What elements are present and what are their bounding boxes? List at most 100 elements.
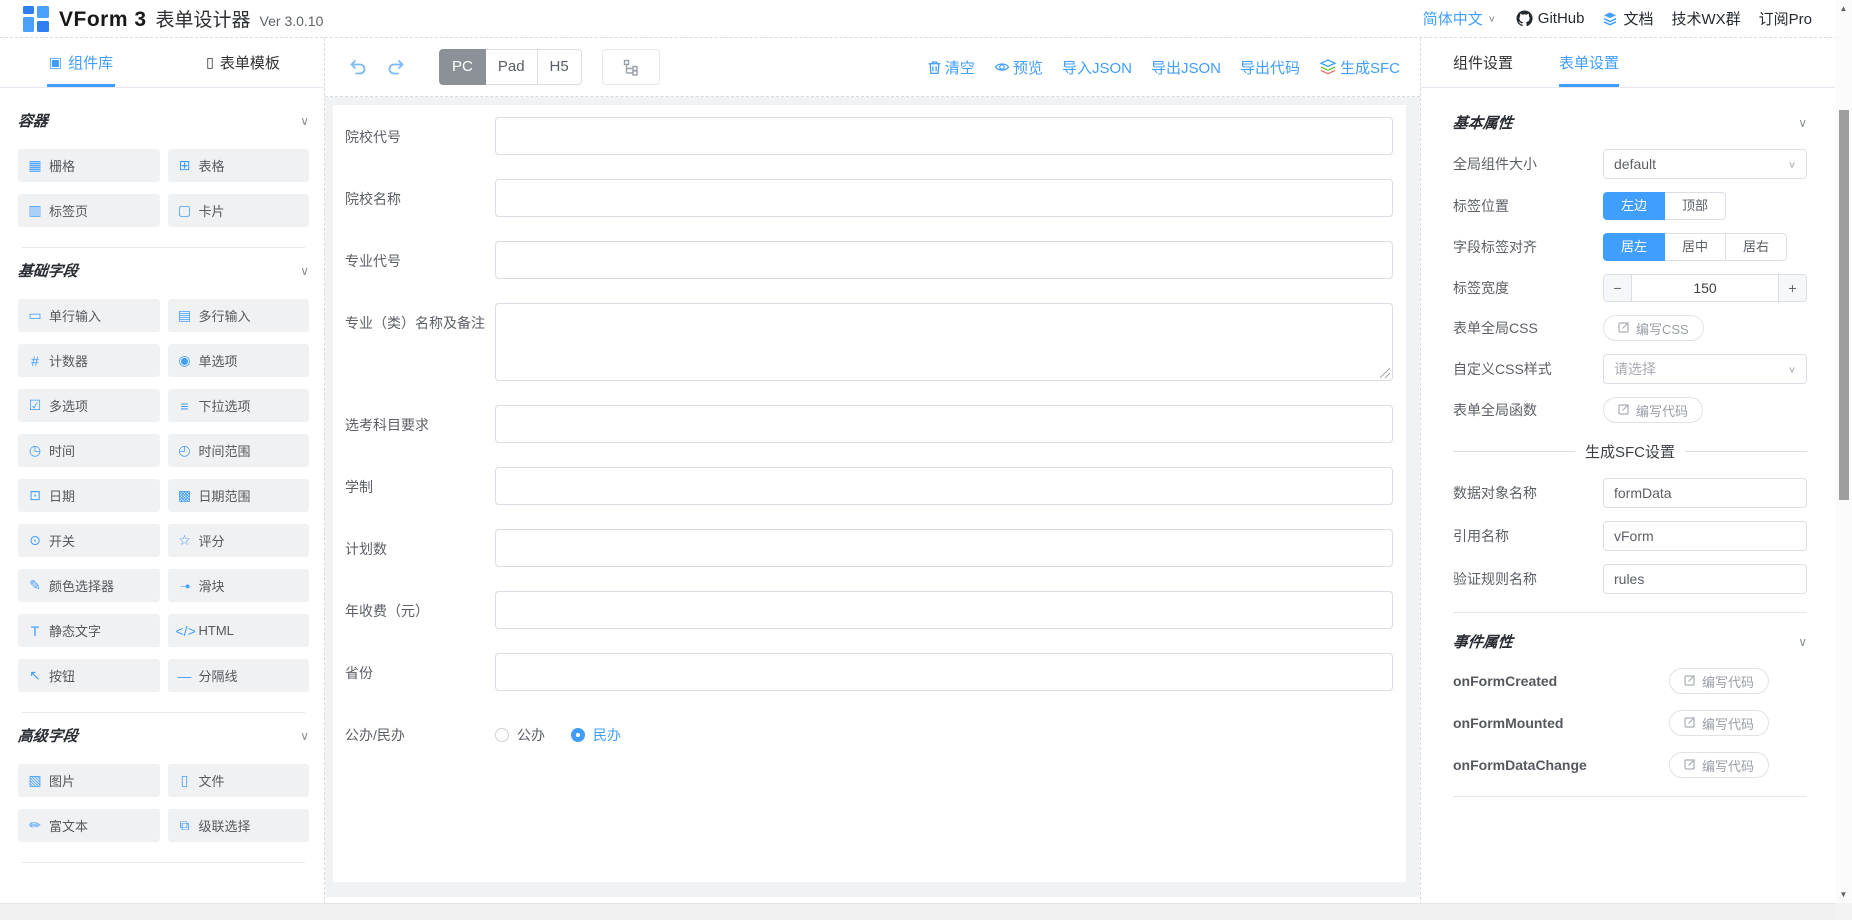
segment-option[interactable]: 居中: [1665, 233, 1726, 261]
tab-widget-settings[interactable]: 组件设置: [1453, 38, 1513, 87]
text-input[interactable]: [495, 467, 1393, 505]
component-item-divider[interactable]: —分隔线: [168, 659, 310, 692]
prop-control: vForm: [1603, 521, 1807, 551]
generate-sfc-button[interactable]: 生成SFC: [1319, 57, 1400, 78]
increase-button[interactable]: +: [1778, 275, 1806, 301]
component-item-time-range[interactable]: ◴时间范围: [168, 434, 310, 467]
segment-option[interactable]: 左边: [1603, 192, 1665, 220]
onFormDataChange-edit-button[interactable]: 编写代码: [1669, 752, 1769, 778]
data-object-name-input[interactable]: formData: [1603, 478, 1807, 508]
component-item-cascader[interactable]: ⧉级联选择: [168, 809, 310, 842]
node-tree-button[interactable]: [602, 49, 660, 85]
text-input[interactable]: [495, 179, 1393, 217]
component-item-card[interactable]: ▢卡片: [168, 194, 310, 227]
single-input-icon: ▭: [26, 307, 44, 324]
textarea-input[interactable]: [495, 303, 1393, 381]
component-item-slider[interactable]: ─●滑块: [168, 569, 310, 602]
rules-name-input[interactable]: rules: [1603, 564, 1807, 594]
undo-button[interactable]: [347, 57, 369, 77]
form-css-button[interactable]: 编写CSS: [1603, 315, 1704, 341]
scrollbar-thumb[interactable]: [1839, 110, 1849, 500]
device-pc[interactable]: PC: [439, 49, 486, 85]
scroll-down-icon[interactable]: ▼: [1835, 886, 1852, 903]
github-link[interactable]: GitHub: [1516, 10, 1585, 27]
text-input[interactable]: [495, 405, 1393, 443]
collapse-chevron-icon[interactable]: ∨: [1798, 116, 1807, 130]
form-canvas[interactable]: 院校代号院校名称专业代号专业（类）名称及备注选考科目要求学制计划数年收费（元）省…: [325, 97, 1420, 897]
text-input[interactable]: [495, 529, 1393, 567]
segment-option[interactable]: 居右: [1726, 233, 1787, 261]
component-item-rich-editor[interactable]: ✏富文本: [18, 809, 160, 842]
form-field-row: 院校名称: [345, 179, 1398, 217]
component-item-button[interactable]: ↖按钮: [18, 659, 160, 692]
language-selector[interactable]: 简体中文 ∨: [1423, 8, 1496, 29]
collapse-chevron-icon[interactable]: ∨: [1798, 635, 1807, 649]
component-item-time[interactable]: ◷时间: [18, 434, 160, 467]
component-item-checkbox[interactable]: ☑多选项: [18, 389, 160, 422]
subscribe-pro-link[interactable]: 订阅Pro: [1759, 8, 1812, 29]
onFormMounted-edit-button[interactable]: 编写代码: [1669, 710, 1769, 736]
resize-handle-icon[interactable]: [1380, 368, 1390, 378]
component-item-select[interactable]: ≡下拉选项: [168, 389, 310, 422]
component-item-picture[interactable]: ▧图片: [18, 764, 160, 797]
prop-label: 表单全局函数: [1453, 400, 1603, 420]
component-item-radio[interactable]: ◉单选项: [168, 344, 310, 377]
component-item-date[interactable]: ⊡日期: [18, 479, 160, 512]
vertical-scrollbar[interactable]: ▲ ▼: [1835, 0, 1852, 920]
component-item-single-input[interactable]: ▭单行输入: [18, 299, 160, 332]
component-item-table[interactable]: ⊞表格: [168, 149, 310, 182]
radio-option[interactable]: 公办: [495, 725, 545, 745]
component-item-html[interactable]: </>HTML: [168, 614, 310, 647]
component-item-grid[interactable]: ▦栅格: [18, 149, 160, 182]
component-item-tab-page[interactable]: ▥标签页: [18, 194, 160, 227]
text-input[interactable]: [495, 117, 1393, 155]
preview-button[interactable]: 预览: [994, 57, 1043, 78]
decrease-button[interactable]: −: [1604, 275, 1632, 301]
export-code-button[interactable]: 导出代码: [1240, 57, 1300, 78]
component-item-static-text[interactable]: T静态文字: [18, 614, 160, 647]
text-input[interactable]: [495, 241, 1393, 279]
component-item-color-picker[interactable]: ✎颜色选择器: [18, 569, 160, 602]
text-input[interactable]: [495, 653, 1393, 691]
redo-button[interactable]: [385, 57, 407, 77]
collapse-chevron-icon[interactable]: ∨: [300, 264, 309, 278]
segment-option[interactable]: 顶部: [1665, 192, 1726, 220]
import-json-button[interactable]: 导入JSON: [1062, 57, 1132, 78]
form-field-row: 选考科目要求: [345, 405, 1398, 443]
device-pad[interactable]: Pad: [486, 49, 538, 85]
component-item-switch[interactable]: ⊙开关: [18, 524, 160, 557]
collapse-chevron-icon[interactable]: ∨: [300, 729, 309, 743]
segment-option[interactable]: 居左: [1603, 233, 1665, 261]
global-functions-button[interactable]: 编写代码: [1603, 397, 1703, 423]
basic-props-title: 基本属性: [1452, 112, 1514, 133]
clear-button[interactable]: 清空: [927, 57, 975, 78]
tab-form-settings[interactable]: 表单设置: [1559, 38, 1619, 87]
tab-form-template[interactable]: ▯表单模板: [162, 38, 324, 87]
docs-link[interactable]: 文档: [1602, 8, 1653, 29]
ref-name-input[interactable]: vForm: [1603, 521, 1807, 551]
component-item-file[interactable]: ▯文件: [168, 764, 310, 797]
collapse-chevron-icon[interactable]: ∨: [300, 114, 309, 128]
basic-props-rows: 全局组件大小default∨标签位置左边顶部字段标签对齐居左居中居右标签宽度−1…: [1453, 149, 1807, 423]
chevron-down-icon: ∨: [1788, 159, 1796, 169]
export-json-button[interactable]: 导出JSON: [1151, 57, 1221, 78]
tab-widget-library[interactable]: ▣组件库: [0, 38, 162, 87]
component-item-counter[interactable]: #计数器: [18, 344, 160, 377]
horizontal-scrollbar[interactable]: [0, 903, 1835, 920]
custom-css-class-select[interactable]: 请选择∨: [1603, 354, 1807, 384]
tech-wx-group-link[interactable]: 技术WX群: [1671, 8, 1740, 29]
text-input[interactable]: [495, 591, 1393, 629]
component-item-date-range[interactable]: ▩日期范围: [168, 479, 310, 512]
component-item-multiline-input[interactable]: ▤多行输入: [168, 299, 310, 332]
scroll-up-icon[interactable]: ▲: [1835, 0, 1852, 17]
onFormCreated-edit-button[interactable]: 编写代码: [1669, 668, 1769, 694]
rate-icon: ☆: [176, 532, 194, 549]
radio-option[interactable]: 民办: [571, 725, 621, 745]
global-component-size-select[interactable]: default∨: [1603, 149, 1807, 179]
prop-label: 引用名称: [1453, 526, 1603, 546]
settings-panel: 组件设置表单设置 基本属性 ∨ 全局组件大小default∨标签位置左边顶部字段…: [1420, 38, 1835, 920]
device-h5[interactable]: H5: [538, 49, 582, 85]
component-item-rate[interactable]: ☆评分: [168, 524, 310, 557]
action-label: 导入JSON: [1062, 57, 1132, 78]
stepper-value[interactable]: 150: [1632, 275, 1778, 301]
